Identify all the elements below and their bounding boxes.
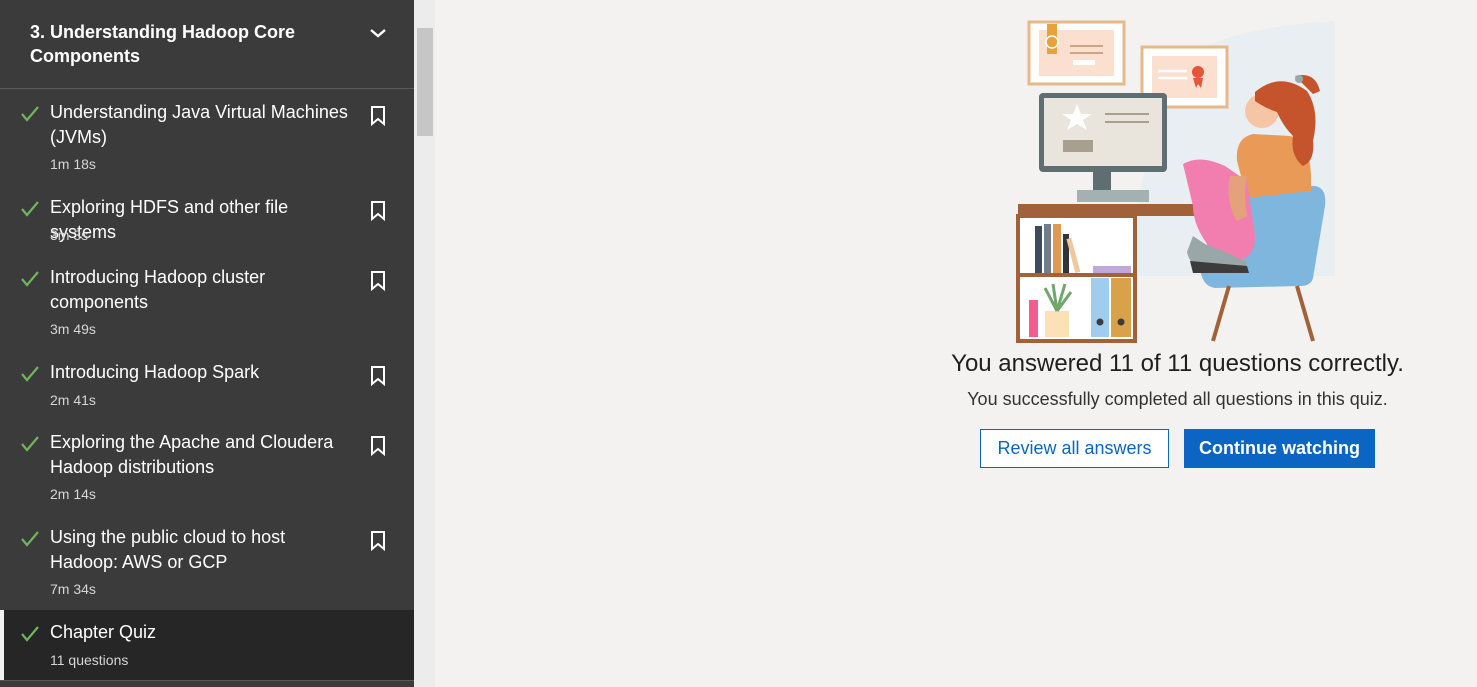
sidebar-item-title: Exploring HDFS and other file systems	[50, 197, 289, 242]
review-answers-button[interactable]: Review all answers	[980, 429, 1169, 468]
sidebar-item-jvms[interactable]: Understanding Java Virtual Machines (JVM…	[0, 90, 414, 185]
bookmark-icon[interactable]	[370, 531, 386, 551]
sidebar-item-hdfs[interactable]: Exploring HDFS and other file systems 3m…	[0, 185, 414, 255]
quiz-result-panel: You answered 11 of 11 questions correctl…	[435, 0, 1477, 687]
sidebar-divider	[0, 680, 414, 681]
checkmark-icon	[21, 531, 39, 547]
sidebar-item-duration: 1m 18s	[50, 156, 96, 172]
sidebar-item-public-cloud[interactable]: Using the public cloud to host Hadoop: A…	[0, 515, 414, 610]
bookmark-icon[interactable]	[370, 436, 386, 456]
sidebar-item-title: Understanding Java Virtual Machines (JVM…	[50, 102, 348, 147]
sidebar-item-duration: 3m 3s	[50, 227, 89, 243]
checkmark-icon	[21, 436, 39, 452]
bookmark-icon[interactable]	[370, 106, 386, 126]
bookmark-icon[interactable]	[370, 366, 386, 386]
checkmark-icon	[21, 106, 39, 122]
checkmark-icon	[21, 626, 39, 642]
chevron-down-icon[interactable]	[368, 26, 388, 40]
sidebar-item-title: Chapter Quiz	[50, 622, 157, 642]
sidebar-item-duration: 7m 34s	[50, 581, 96, 597]
sidebar-scrollbar-thumb[interactable]	[417, 28, 433, 136]
checkmark-icon	[21, 366, 39, 382]
sidebar-item-cluster-components[interactable]: Introducing Hadoop cluster components 3m…	[0, 255, 414, 350]
sidebar-item-title: Using the public cloud to host Hadoop: A…	[50, 527, 286, 572]
sidebar-item-chapter-quiz[interactable]: Chapter Quiz 11 questions	[0, 610, 414, 680]
sidebar-item-duration: 2m 41s	[50, 392, 96, 408]
quiz-result-heading: You answered 11 of 11 questions correctl…	[951, 350, 1404, 377]
sidebar-item-title: Introducing Hadoop cluster components	[50, 267, 266, 312]
quiz-result-subtext: You successfully completed all questions…	[967, 389, 1388, 409]
continue-watching-button[interactable]: Continue watching	[1184, 429, 1375, 468]
checkmark-icon	[21, 271, 39, 287]
sidebar-item-duration: 3m 49s	[50, 321, 96, 337]
sidebar-item-distributions[interactable]: Exploring the Apache and Cloudera Hadoop…	[0, 420, 414, 515]
sidebar-item-title: Introducing Hadoop Spark	[50, 362, 260, 382]
sidebar-item-question-count: 11 questions	[50, 652, 129, 668]
course-sidebar: 3. Understanding Hadoop Core Components …	[0, 0, 414, 687]
bookmark-icon[interactable]	[370, 201, 386, 221]
quiz-complete-illustration	[1016, 20, 1335, 343]
sidebar-item-duration: 2m 14s	[50, 486, 96, 502]
checkmark-icon	[21, 201, 39, 217]
chapter-header[interactable]: 3. Understanding Hadoop Core Components	[0, 0, 414, 89]
sidebar-item-spark[interactable]: Introducing Hadoop Spark 2m 41s	[0, 350, 414, 420]
sidebar-item-title: Exploring the Apache and Cloudera Hadoop…	[50, 432, 334, 477]
chapter-title: 3. Understanding Hadoop Core Components	[30, 22, 296, 66]
bookmark-icon[interactable]	[370, 271, 386, 291]
